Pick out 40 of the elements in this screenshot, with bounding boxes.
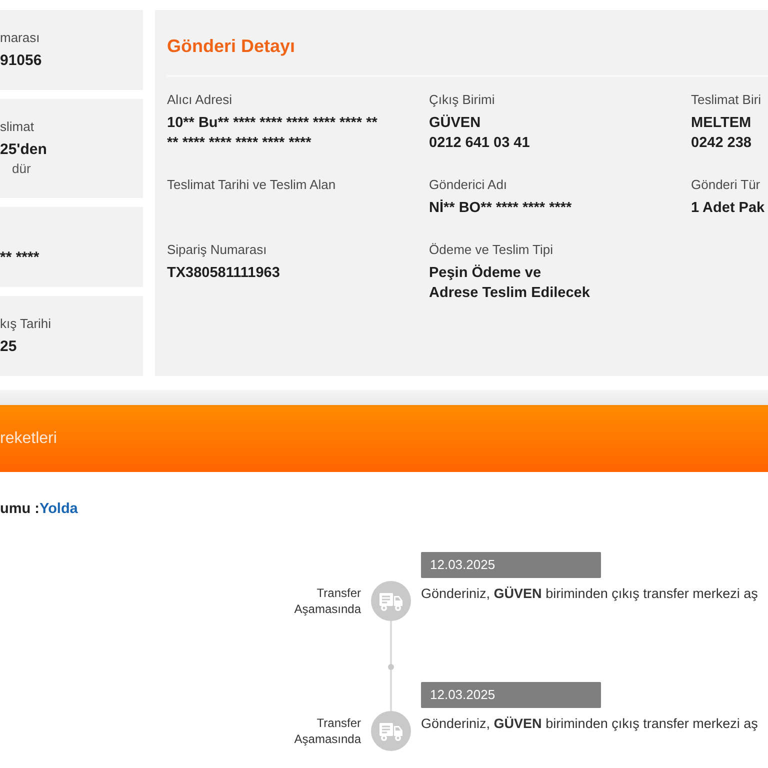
field-value: Adrese Teslim Edilecek	[429, 284, 591, 303]
field-value: 1 Adet Pak	[691, 199, 766, 218]
field-value: Peşin Ödeme ve	[429, 264, 542, 283]
date-bar: 12.03.2025	[421, 552, 601, 578]
field-value: GÜVEN	[429, 114, 482, 133]
event-description: Gönderiniz, GÜVEN biriminden çıkış transfer merkezi aş	[421, 585, 759, 603]
truck-icon	[371, 581, 411, 621]
event-description: Gönderiniz, GÜVEN biriminden çıkış transfer merkezi aş	[421, 715, 759, 733]
status-value: Yolda	[39, 501, 78, 517]
stage-label: Transfer Aşamasında	[293, 715, 361, 747]
field-label: Ödeme ve Teslim Tipi	[429, 241, 554, 259]
field-label: Gönderici Adı	[429, 176, 508, 194]
field-value: 10** Bu** **** **** **** **** **** **	[167, 114, 378, 133]
card-label: slimat	[0, 118, 35, 136]
card-value: 25'den	[0, 140, 48, 160]
field-value: ** **** **** **** **** ****	[167, 134, 312, 153]
date-bar: 12.03.2025	[421, 682, 601, 708]
field-value: Nİ** BO** **** **** ****	[429, 198, 573, 218]
card-value: ** ****	[0, 248, 40, 268]
field-label: Çıkış Birimi	[429, 91, 496, 109]
field-label: Teslimat Tarihi ve Teslim Alan	[167, 176, 337, 194]
stage-label: Transfer Aşamasında	[293, 585, 361, 617]
field-value: 0242 238	[691, 134, 752, 153]
field-label: Alıcı Adresi	[167, 91, 234, 109]
card-value: 91056	[0, 51, 43, 71]
dot-icon	[388, 664, 394, 670]
card-value: 25	[0, 336, 18, 357]
card-note: dür	[12, 160, 32, 178]
field-label: Gönderi Tür	[691, 176, 762, 194]
field-label: Sipariş Numarası	[167, 241, 268, 259]
section-title: reketleri	[0, 430, 57, 448]
card-label: marası	[0, 29, 41, 47]
field-value: MELTEM	[691, 114, 752, 133]
status-label: umu :	[0, 501, 40, 517]
card-label: kış Tarihi	[0, 314, 52, 333]
field-value: TX380581111963	[167, 264, 281, 283]
field-label: Teslimat Biri	[691, 91, 762, 109]
field-value: 0212 641 03 41	[429, 134, 531, 153]
truck-icon	[371, 711, 411, 751]
detail-title: Gönderi Detayı	[167, 35, 296, 58]
